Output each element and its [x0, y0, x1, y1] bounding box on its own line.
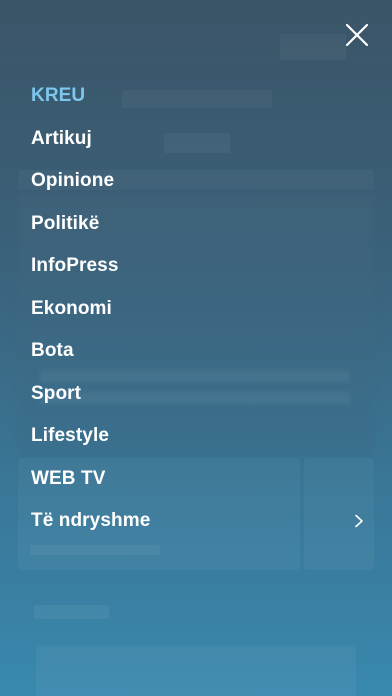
- menu-item-artikuj[interactable]: Artikuj: [0, 118, 392, 161]
- close-icon: [345, 23, 369, 47]
- close-button[interactable]: [344, 22, 370, 48]
- menu-item-politike[interactable]: Politikë: [0, 203, 392, 246]
- menu-item-bota[interactable]: Bota: [0, 330, 392, 373]
- menu-item-label: Opinione: [31, 170, 115, 192]
- menu-item-label: Bota: [31, 340, 74, 362]
- menu-item-opinione[interactable]: Opinione: [0, 160, 392, 203]
- menu-item-ekonomi[interactable]: Ekonomi: [0, 288, 392, 331]
- menu-item-label: Sport: [31, 382, 82, 404]
- menu-item-label: WEB TV: [31, 467, 106, 489]
- menu-item-label: InfoPress: [31, 255, 119, 277]
- menu-item-kreu[interactable]: KREU: [0, 75, 392, 118]
- menu-item-label: KREU: [31, 85, 86, 107]
- menu-item-sport[interactable]: Sport: [0, 373, 392, 416]
- menu-item-label: Të ndryshme: [31, 510, 151, 532]
- menu-item-infopress[interactable]: InfoPress: [0, 245, 392, 288]
- menu-item-label: Politikë: [31, 212, 100, 234]
- side-menu: KREU Artikuj Opinione Politikë InfoPress…: [0, 75, 392, 543]
- menu-item-te-ndryshme[interactable]: Të ndryshme: [0, 500, 392, 543]
- menu-item-web-tv[interactable]: WEB TV: [0, 458, 392, 501]
- menu-item-lifestyle[interactable]: Lifestyle: [0, 415, 392, 458]
- menu-item-label: Ekonomi: [31, 297, 112, 319]
- chevron-right-icon: [354, 514, 364, 528]
- menu-item-label: Lifestyle: [31, 425, 109, 447]
- menu-item-label: Artikuj: [31, 127, 92, 149]
